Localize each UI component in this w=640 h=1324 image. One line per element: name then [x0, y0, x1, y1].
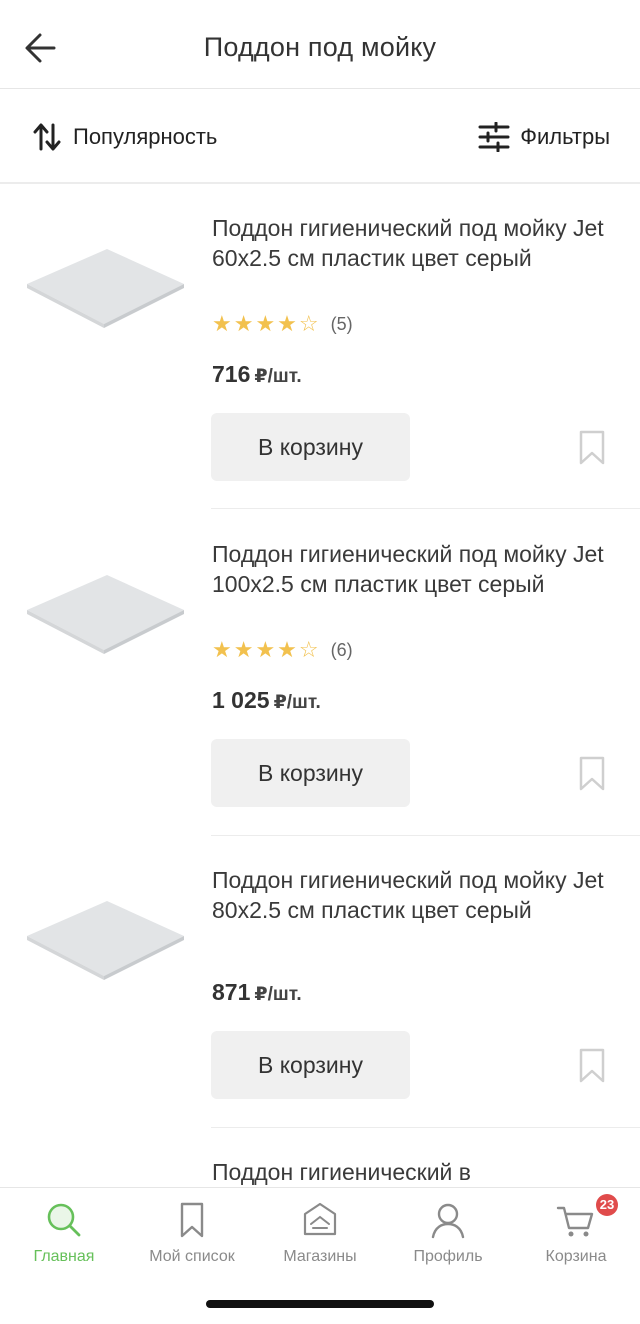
product-rating: ★★★★☆ (6) — [212, 637, 353, 662]
product-image[interactable] — [22, 570, 187, 660]
rating-stars: ★★★★☆ — [212, 637, 321, 662]
tab-profile[interactable]: Профиль — [384, 1188, 512, 1288]
price-value: 716 — [212, 361, 251, 387]
filter-sliders-icon — [478, 122, 510, 152]
sort-arrows-icon — [33, 123, 61, 151]
tab-label: Профиль — [413, 1248, 483, 1265]
add-to-cart-button[interactable]: В корзину — [211, 413, 410, 481]
price-unit: ₽/шт. — [254, 984, 302, 1005]
tab-label: Корзина — [545, 1248, 607, 1265]
store-icon — [303, 1202, 337, 1236]
divider — [211, 508, 640, 509]
app-header: Поддон под мойку — [0, 0, 640, 89]
tab-label: Магазины — [283, 1248, 357, 1265]
product-rating: ★★★★☆ (5) — [212, 311, 353, 336]
tab-my-list[interactable]: Мой список — [128, 1188, 256, 1288]
tab-stores[interactable]: Магазины — [256, 1188, 384, 1288]
product-card[interactable]: Поддон гигиенический в — [0, 1128, 640, 1187]
sort-filter-bar: Популярность Фильтры — [0, 89, 640, 184]
product-card[interactable]: Поддон гигиенический под мойку Jet 80x2.… — [0, 836, 640, 1128]
add-to-cart-button[interactable]: В корзину — [211, 739, 410, 807]
bookmark-icon — [180, 1202, 204, 1238]
filter-button[interactable]: Фильтры — [478, 117, 610, 157]
page-title: Поддон под мойку — [203, 32, 437, 62]
product-card[interactable]: Поддон гигиенический под мойку Jet 100x2… — [0, 510, 640, 836]
bookmark-icon[interactable] — [576, 755, 608, 793]
sort-label: Популярность — [73, 124, 218, 149]
sort-button[interactable]: Популярность — [33, 117, 217, 157]
product-image[interactable] — [22, 896, 187, 986]
product-title[interactable]: Поддон гигиенический под мойку Jet 100x2… — [212, 539, 612, 599]
product-price: 1 025 ₽/шт. — [212, 687, 321, 714]
search-icon — [47, 1203, 81, 1237]
bookmark-icon[interactable] — [576, 1047, 608, 1085]
product-title[interactable]: Поддон гигиенический в — [212, 1157, 612, 1187]
review-count[interactable]: (6) — [331, 640, 353, 661]
price-value: 871 — [212, 979, 251, 1005]
product-title[interactable]: Поддон гигиенический под мойку Jet 80x2.… — [212, 865, 612, 925]
product-card[interactable]: Поддон гигиенический под мойку Jet 60x2.… — [0, 184, 640, 509]
price-value: 1 025 — [212, 687, 270, 713]
product-price: 716 ₽/шт. — [212, 361, 302, 388]
tab-cart[interactable]: 23 Корзина — [512, 1188, 640, 1288]
product-title[interactable]: Поддон гигиенический под мойку Jet 60x2.… — [212, 213, 612, 273]
review-count[interactable]: (5) — [331, 314, 353, 335]
filter-label: Фильтры — [520, 124, 610, 149]
profile-icon — [431, 1203, 465, 1239]
home-indicator[interactable] — [206, 1300, 434, 1308]
cart-count-badge: 23 — [596, 1194, 618, 1216]
tab-label: Мой список — [149, 1248, 235, 1265]
cart-icon — [556, 1206, 594, 1237]
product-image[interactable] — [22, 244, 187, 334]
tab-label: Главная — [33, 1248, 95, 1265]
price-unit: ₽/шт. — [254, 366, 302, 387]
bookmark-icon[interactable] — [576, 429, 608, 467]
add-to-cart-button[interactable]: В корзину — [211, 1031, 410, 1099]
price-unit: ₽/шт. — [273, 692, 321, 713]
product-price: 871 ₽/шт. — [212, 979, 302, 1006]
rating-stars: ★★★★☆ — [212, 311, 321, 336]
tab-home[interactable]: Главная — [0, 1188, 128, 1288]
